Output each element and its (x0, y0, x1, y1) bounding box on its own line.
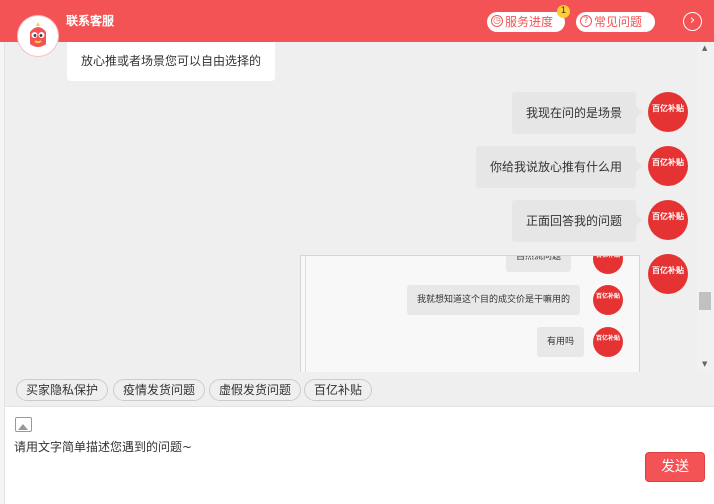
scroll-up-icon[interactable]: ▲ (702, 44, 707, 52)
outgoing-message: 正面回答我的问题 (512, 200, 643, 242)
embed-avatar-label: 百亿补贴 (595, 255, 620, 259)
quick-tags-bar: 买家隐私保护 疫情发货问题 虚假发货问题 百亿补贴 (5, 372, 714, 406)
incoming-message: 放心推或者场景您可以自由选择的 (67, 42, 276, 81)
avatar-label: 百亿补贴 (652, 158, 684, 167)
quick-tag[interactable]: 虚假发货问题 (209, 379, 302, 401)
service-progress-button[interactable]: ◷ 服务进度 (487, 12, 565, 32)
embed-divider (305, 256, 306, 372)
progress-badge: 1 (557, 5, 570, 18)
quick-tag[interactable]: 百亿补贴 (304, 379, 373, 401)
user-avatar: 百亿补贴 (648, 200, 688, 240)
scroll-thumb[interactable] (699, 292, 711, 310)
question-icon: ? (580, 15, 592, 27)
embed-avatar-label: 百亿补贴 (595, 335, 620, 342)
outgoing-message: 我现在问的是场景 (512, 92, 643, 134)
user-avatar: 百亿补贴 (648, 92, 688, 132)
chat-messages: 放心推或者场景您可以自由选择的 我现在问的是场景 百亿补贴 你给我说放心推有什么… (5, 42, 714, 372)
chat-scrollbar[interactable]: ▲ ▼ (697, 42, 714, 372)
screenshot-image-message[interactable]: 自然流问题 百亿补贴 我就想知道这个目的成交价是干嘛用的 百亿补贴 有用吗 百亿… (300, 255, 640, 372)
embed-avatar: 百亿补贴 (593, 327, 623, 357)
embed-message: 我就想知道这个目的成交价是干嘛用的 (407, 285, 581, 315)
embed-avatar-label: 百亿补贴 (595, 293, 620, 300)
user-avatar: 百亿补贴 (648, 146, 688, 186)
faq-label: 常见问题 (594, 15, 643, 29)
avatar-label: 百亿补贴 (652, 266, 684, 275)
message-input[interactable] (14, 437, 634, 457)
embed-avatar: 百亿补贴 (593, 285, 623, 315)
chevron-right-icon[interactable]: › (683, 12, 702, 31)
scroll-down-icon[interactable]: ▼ (702, 360, 707, 368)
send-button[interactable]: 发送 (645, 452, 705, 482)
customer-service-logo (18, 16, 58, 56)
quick-tag[interactable]: 买家隐私保护 (16, 379, 109, 401)
user-avatar: 百亿补贴 (648, 254, 688, 294)
clock-icon: ◷ (491, 15, 503, 27)
message-composer: 发送 (5, 406, 714, 504)
embed-avatar: 百亿补贴 (593, 255, 623, 274)
embed-message: 自然流问题 (506, 256, 572, 272)
service-progress-label: 服务进度 (505, 15, 554, 29)
outgoing-message: 你给我说放心推有什么用 (476, 146, 643, 188)
quick-tag[interactable]: 疫情发货问题 (113, 379, 206, 401)
image-upload-icon[interactable] (15, 417, 32, 432)
avatar-label: 百亿补贴 (652, 104, 684, 113)
embed-message: 有用吗 (537, 327, 585, 357)
faq-button[interactable]: ? 常见问题 (576, 12, 655, 32)
avatar-label: 百亿补贴 (652, 212, 684, 221)
header-bar: 联系客服 ◷ 服务进度 1 ? 常见问题 › (0, 0, 714, 42)
chat-title: 联系客服 (66, 14, 115, 28)
